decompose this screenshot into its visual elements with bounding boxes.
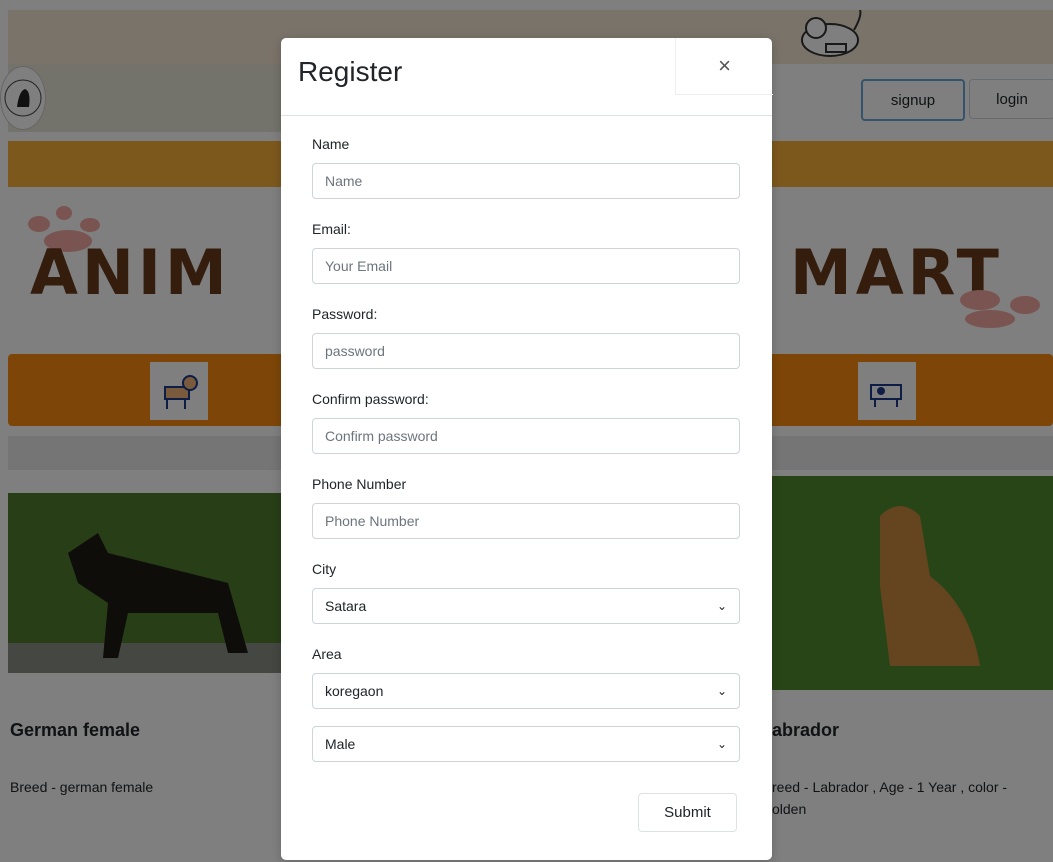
email-label: Email: (312, 221, 351, 237)
city-select-value: Satara (325, 598, 367, 614)
area-label: Area (312, 646, 342, 662)
email-input[interactable] (312, 248, 740, 284)
confirm-password-input[interactable] (312, 418, 740, 454)
chevron-down-icon: ⌄ (716, 684, 727, 698)
area-select[interactable]: koregaon ⌄ (312, 673, 740, 709)
chevron-down-icon: ⌄ (716, 599, 727, 613)
chevron-down-icon: ⌄ (716, 737, 727, 751)
name-input[interactable] (312, 163, 740, 199)
password-label: Password: (312, 306, 378, 322)
close-button[interactable]: × (675, 38, 773, 95)
phone-label: Phone Number (312, 476, 407, 492)
gender-select-value: Male (325, 736, 356, 752)
modal-title: Register (298, 56, 403, 87)
area-select-value: koregaon (325, 683, 384, 699)
phone-input[interactable] (312, 503, 740, 539)
register-modal: Register × Name Email: Password: Confirm… (281, 38, 773, 860)
name-label: Name (312, 136, 350, 152)
password-input[interactable] (312, 333, 740, 369)
city-select[interactable]: Satara ⌄ (312, 588, 740, 624)
submit-button[interactable]: Submit (638, 793, 737, 832)
confirm-password-label: Confirm password: (312, 391, 429, 407)
city-label: City (312, 561, 337, 577)
modal-header: Register × (281, 38, 773, 116)
gender-select[interactable]: Male ⌄ (312, 726, 740, 762)
